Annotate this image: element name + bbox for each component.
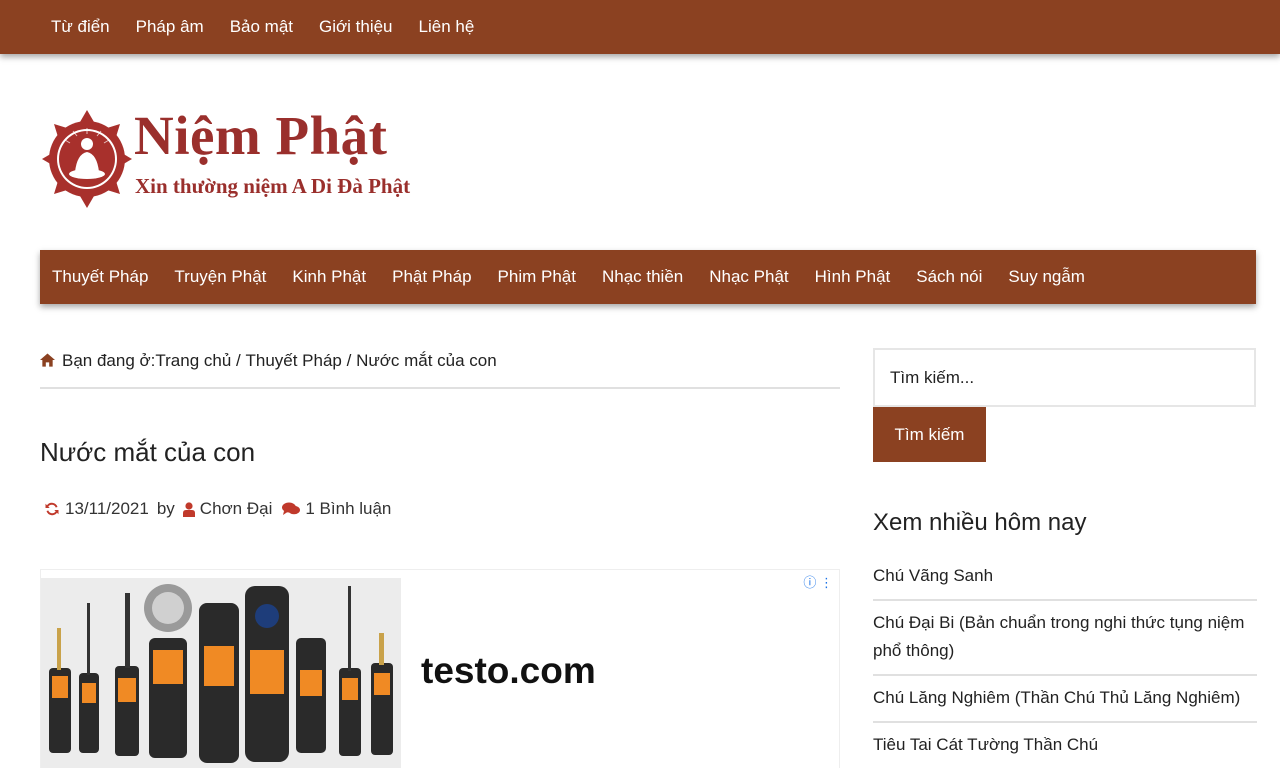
main-nav-item-sach-noi[interactable]: Sách nói [916,267,982,287]
breadcrumb-separator: / [341,351,357,370]
main-nav-item-suy-ngam[interactable]: Suy ngẫm [1008,267,1085,287]
post-comments-link[interactable]: 1 Bình luận [305,499,391,519]
popular-post-link[interactable]: Tiêu Tai Cát Tường Thần Chú [873,735,1098,754]
popular-post-link[interactable]: Chú Vãng Sanh [873,566,993,585]
main-navigation-bar: Thuyết Pháp Truyện Phật Kinh Phật Phật P… [40,250,1256,304]
main-nav-item-thuyet-phap[interactable]: Thuyết Pháp [52,267,148,287]
popular-post-item: Chú Vãng Sanh [873,554,1257,601]
top-navigation-bar: Từ điển Pháp âm Bảo mật Giới thiệu Liên … [0,0,1280,54]
top-nav-item-bao-mat[interactable]: Bảo mật [230,17,293,37]
user-icon [182,501,195,517]
main-nav-item-hinh-phat[interactable]: Hình Phật [815,267,891,287]
logo-title: Niệm Phật [134,105,388,166]
buddha-emblem-icon [42,110,132,208]
ad-domain-text: testo.com [421,650,596,691]
main-nav-item-nhac-phat[interactable]: Nhạc Phật [709,267,788,287]
post-meta: 13/11/2021 by Chơn Đại 1 Bình luận [44,499,401,519]
breadcrumb-current: Nước mắt của con [356,351,497,370]
comments-icon [282,502,301,515]
breadcrumb: Bạn đang ở: Trang chủ / Thuyết Pháp / Nư… [40,351,840,389]
popular-post-link[interactable]: Chú Lăng Nghiêm (Thần Chú Thủ Lăng Nghiê… [873,688,1240,707]
top-nav-item-lien-he[interactable]: Liên hệ [419,17,475,37]
top-nav-list: Từ điển Pháp âm Bảo mật Giới thiệu Liên … [0,0,1280,54]
refresh-icon [45,502,59,516]
breadcrumb-home-link[interactable]: Trang chủ [155,351,231,371]
main-nav-item-nhac-thien[interactable]: Nhạc thiền [602,267,683,287]
site-logo[interactable]: Niệm Phật Xin thường niệm A Di Đà Phật [42,105,442,210]
home-icon [40,353,55,367]
popular-post-item: Chú Đại Bi (Bản chuẩn trong nghi thức tụ… [873,601,1257,676]
search-button[interactable]: Tìm kiếm [873,407,986,462]
post-author-link[interactable]: Chơn Đại [200,499,273,519]
post-by-label: by [156,499,175,518]
advertisement[interactable]: testo.com ⓘ ⋮ [40,569,840,768]
search-input[interactable] [873,348,1256,407]
top-nav-item-phap-am[interactable]: Pháp âm [136,17,204,37]
popular-post-item: Chú Lăng Nghiêm (Thần Chú Thủ Lăng Nghiê… [873,676,1257,723]
breadcrumb-category-link[interactable]: Thuyết Pháp [245,351,341,371]
post-title: Nước mắt của con [40,437,256,467]
main-nav-item-phim-phat[interactable]: Phim Phật [498,267,576,287]
breadcrumb-separator: / [231,351,246,370]
main-nav-item-phat-phap[interactable]: Phật Pháp [392,267,471,287]
main-nav-item-kinh-phat[interactable]: Kinh Phật [292,267,366,287]
top-nav-item-tu-dien[interactable]: Từ điển [51,17,110,37]
ad-choices-icon[interactable]: ⓘ ⋮ [803,572,833,591]
top-nav-item-gioi-thieu[interactable]: Giới thiệu [319,17,393,37]
logo-subtitle: Xin thường niệm A Di Đà Phật [135,174,411,198]
breadcrumb-prefix: Bạn đang ở: [62,351,156,370]
popular-post-item: Tiêu Tai Cát Tường Thần Chú [873,723,1257,768]
popular-post-link[interactable]: Chú Đại Bi (Bản chuẩn trong nghi thức tụ… [873,613,1244,660]
popular-posts-list: Chú Vãng Sanh Chú Đại Bi (Bản chuẩn tron… [873,554,1257,768]
ad-product-image [41,578,401,768]
popular-widget-title: Xem nhiều hôm nay [873,509,1087,536]
main-nav-item-truyen-phat[interactable]: Truyện Phật [174,267,266,287]
post-date: 13/11/2021 [65,499,149,518]
main-nav-list: Thuyết Pháp Truyện Phật Kinh Phật Phật P… [40,250,1256,304]
